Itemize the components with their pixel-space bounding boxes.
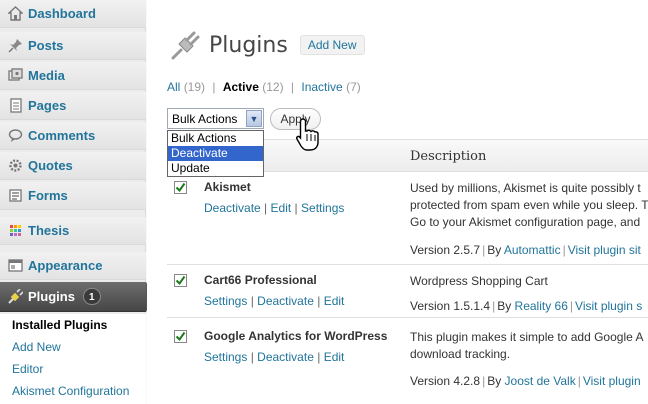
plugin-icon — [7, 288, 23, 305]
plugin-meta: Version 1.5.1.4 | By Reality 66 | Visit plug… — [410, 299, 643, 313]
plugin-name: Google Analytics for WordPress — [204, 329, 388, 343]
page-title: Plugins — [209, 32, 288, 58]
author-link[interactable]: Reality 66 — [515, 299, 568, 313]
menu-plugins[interactable]: Plugins 1 — [0, 282, 154, 312]
forms-icon — [7, 188, 23, 204]
deactivate-link[interactable]: Deactivate — [257, 350, 314, 364]
page-header: Plugins Add New — [169, 28, 365, 62]
menu-media[interactable]: Media — [0, 62, 146, 90]
menu-posts[interactable]: Posts — [0, 32, 146, 60]
plugin-checkbox[interactable] — [174, 181, 187, 194]
menu-label: Quotes — [28, 158, 73, 173]
dashboard-icon — [7, 6, 23, 22]
visit-plugin-site-link[interactable]: Visit plugin s — [575, 299, 642, 313]
edit-link[interactable]: Edit — [324, 294, 345, 308]
filter-active[interactable]: Active (12) — [223, 80, 284, 94]
menu-appearance[interactable]: Appearance — [0, 252, 146, 280]
filter-all[interactable]: All (19) — [167, 80, 205, 94]
settings-link[interactable]: Settings — [301, 201, 344, 215]
appearance-icon — [7, 258, 23, 274]
chevron-down-icon[interactable]: ▼ — [246, 110, 262, 127]
menu-forms[interactable]: Forms — [0, 182, 146, 210]
submenu-akismet-configuration[interactable]: Akismet Configuration — [0, 380, 146, 402]
pages-icon — [7, 98, 23, 114]
menu-quotes[interactable]: Quotes — [0, 152, 146, 180]
settings-link[interactable]: Settings — [204, 350, 247, 364]
menu-dashboard[interactable]: Dashboard — [0, 0, 146, 28]
menu-label: Dashboard — [28, 6, 96, 21]
author-link[interactable]: Joost de Valk — [505, 374, 576, 388]
menu-thesis[interactable]: Thesis — [0, 217, 146, 245]
plugin-name: Akismet — [204, 180, 251, 194]
comments-icon — [7, 128, 23, 144]
plugin-actions: Settings | Deactivate | Edit — [204, 294, 345, 308]
update-count-badge: 1 — [82, 288, 101, 305]
plugin-status-filters: All (19) | Active (12) | Inactive (7) — [167, 80, 361, 94]
edit-link[interactable]: Edit — [324, 350, 345, 364]
menu-comments[interactable]: Comments — [0, 122, 146, 150]
visit-plugin-site-link[interactable]: Visit plugin — [583, 374, 641, 388]
pin-icon — [7, 38, 23, 54]
main-content: Plugins Add New All (19) | Active (12) |… — [147, 0, 648, 404]
submenu-editor[interactable]: Editor — [0, 358, 146, 380]
submenu-add-new[interactable]: Add New — [0, 336, 146, 358]
plugin-actions: Deactivate | Edit | Settings — [204, 201, 345, 215]
deactivate-link[interactable]: Deactivate — [257, 294, 314, 308]
hand-cursor-icon — [295, 117, 321, 153]
menu-label: Media — [28, 68, 65, 83]
bulk-option-update[interactable]: Update — [168, 161, 263, 176]
gear-icon — [7, 158, 23, 174]
admin-sidebar: Dashboard Posts Media Pages Comments Quo… — [0, 0, 154, 404]
plugin-description: Wordpress Shopping Cart — [410, 274, 548, 288]
thesis-icon — [7, 223, 23, 239]
visit-plugin-site-link[interactable]: Visit plugin sit — [568, 243, 641, 257]
settings-link[interactable]: Settings — [204, 294, 247, 308]
table-row: Google Analytics for WordPress Settings … — [167, 322, 648, 404]
plugin-meta: Version 4.2.8 | By Joost de Valk | Visit plu… — [410, 374, 641, 388]
plugin-meta: Version 2.5.7 | By Automattic | Visit plugin… — [410, 243, 641, 257]
menu-label: Comments — [28, 128, 96, 143]
menu-label: Pages — [28, 98, 67, 113]
description-column-header: Description — [410, 149, 487, 164]
author-link[interactable]: Automattic — [504, 243, 561, 257]
plugin-checkbox[interactable] — [174, 274, 187, 287]
bulk-actions-dropdown: Bulk Actions Deactivate Update — [167, 130, 264, 177]
plugins-submenu: Installed Plugins Add New Editor Akismet… — [0, 314, 146, 404]
plugin-checkbox[interactable] — [174, 330, 187, 343]
add-new-button[interactable]: Add New — [299, 35, 365, 55]
menu-label: Plugins — [28, 289, 75, 304]
plugin-name: Cart66 Professional — [204, 273, 317, 287]
table-row: Cart66 Professional Settings | Deactivat… — [167, 266, 648, 318]
media-icon — [7, 68, 23, 84]
bulk-actions-select[interactable]: Bulk Actions ▼ — [167, 108, 264, 129]
plugin-description: This plugin makes it simple to add Googl… — [410, 330, 644, 361]
edit-link[interactable]: Edit — [271, 201, 292, 215]
bulk-option-deactivate[interactable]: Deactivate — [168, 146, 263, 161]
plugin-icon — [169, 28, 203, 62]
plugin-actions: Settings | Deactivate | Edit — [204, 350, 345, 364]
submenu-installed-plugins[interactable]: Installed Plugins — [0, 314, 146, 336]
deactivate-link[interactable]: Deactivate — [204, 201, 261, 215]
menu-pages[interactable]: Pages — [0, 92, 146, 120]
bulk-option-bulk-actions[interactable]: Bulk Actions — [168, 131, 263, 146]
filter-inactive[interactable]: Inactive (7) — [301, 80, 360, 94]
menu-label: Posts — [28, 38, 64, 53]
menu-label: Thesis — [28, 223, 70, 238]
table-row: Akismet Deactivate | Edit | Settings Use… — [167, 173, 648, 265]
plugin-description: Used by millions, Akismet is quite possi… — [410, 181, 648, 229]
menu-label: Appearance — [28, 258, 103, 273]
menu-label: Forms — [28, 188, 68, 203]
